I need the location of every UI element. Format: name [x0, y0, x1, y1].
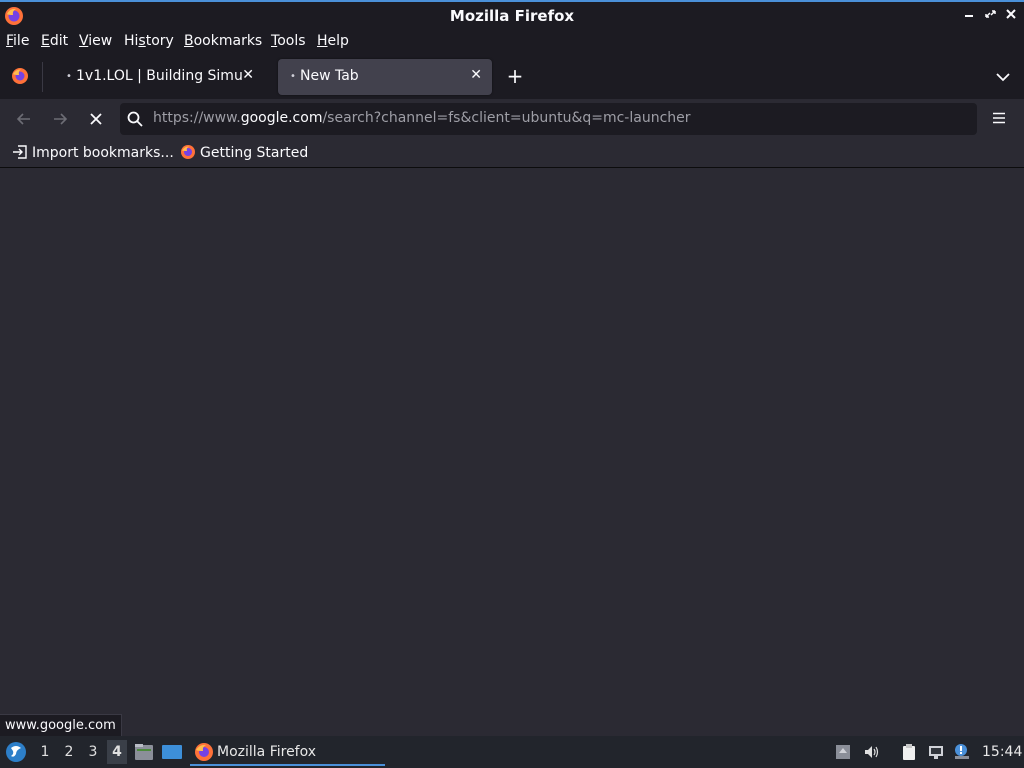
taskbar-item-label: Mozilla Firefox: [217, 744, 317, 760]
bookmark-label: Getting Started: [200, 145, 309, 161]
close-window-button[interactable]: [1004, 7, 1020, 23]
desktop-icon[interactable]: [161, 742, 183, 762]
menu-file[interactable]: File: [6, 33, 29, 49]
network-icon[interactable]: [927, 743, 945, 761]
restore-icon: [985, 10, 996, 18]
window-titlebar: Mozilla Firefox: [0, 0, 1024, 29]
firefox-view-icon[interactable]: [10, 66, 30, 86]
file-manager-icon[interactable]: [133, 742, 155, 762]
taskbar-item-firefox[interactable]: Mozilla Firefox: [190, 738, 385, 766]
minimize-button[interactable]: [962, 7, 978, 23]
import-icon: [13, 145, 27, 159]
minimize-icon: [965, 15, 973, 17]
workspace-1[interactable]: 1: [35, 744, 55, 760]
url-text[interactable]: https://www.google.com/search?channel=fs…: [153, 110, 691, 126]
hamburger-menu-icon[interactable]: [990, 109, 1008, 127]
bookmarks-toolbar: Import bookmarks... Getting Started: [0, 139, 1024, 168]
updates-icon[interactable]: [834, 743, 852, 761]
tab-loading-dot: •: [66, 71, 72, 82]
menu-help[interactable]: Help: [317, 33, 349, 49]
navigation-toolbar: https://www.google.com/search?channel=fs…: [0, 99, 1024, 139]
menu-tools[interactable]: Tools: [271, 33, 306, 49]
back-arrow-icon[interactable]: [12, 107, 36, 131]
start-menu-icon[interactable]: [4, 740, 28, 764]
clock: 15:44: [982, 744, 1023, 760]
workspace-3[interactable]: 3: [83, 744, 103, 760]
maximize-button[interactable]: [983, 7, 999, 23]
tab-close-button[interactable]: ✕: [470, 67, 482, 83]
chevron-down-icon[interactable]: [994, 68, 1012, 86]
bookmark-import[interactable]: Import bookmarks...: [12, 144, 174, 161]
bookmark-getting-started[interactable]: Getting Started: [180, 144, 308, 161]
tab-separator: [42, 62, 43, 92]
tab-loading-dot: •: [290, 71, 296, 82]
workspace-2[interactable]: 2: [59, 744, 79, 760]
workspace-4[interactable]: 4: [107, 740, 127, 764]
stop-loading-icon[interactable]: [84, 107, 108, 131]
taskbar: 1 2 3 4 Mozilla Firefox 15:44: [0, 736, 1024, 768]
firefox-icon: [181, 145, 195, 159]
new-tab-button[interactable]: +: [504, 65, 526, 87]
menu-view[interactable]: View: [79, 33, 112, 49]
bookmark-label: Import bookmarks...: [32, 145, 174, 161]
menu-edit[interactable]: Edit: [41, 33, 68, 49]
close-icon: [1006, 9, 1016, 19]
menu-bar: File Edit View History Bookmarks Tools H…: [0, 29, 1024, 54]
forward-arrow-icon[interactable]: [48, 107, 72, 131]
page-content[interactable]: [0, 169, 1024, 736]
tab-bar: • 1v1.LOL | Building Simulator ✕ • New T…: [0, 54, 1024, 99]
status-panel: www.google.com: [0, 714, 122, 736]
tab-new-tab[interactable]: • New Tab ✕: [278, 59, 492, 95]
volume-icon[interactable]: [863, 743, 881, 761]
notification-icon[interactable]: [953, 743, 971, 761]
window-title: Mozilla Firefox: [449, 7, 575, 25]
url-bar[interactable]: https://www.google.com/search?channel=fs…: [120, 103, 977, 135]
menu-history[interactable]: History: [124, 33, 174, 49]
tab-1v1lol[interactable]: • 1v1.LOL | Building Simulator ✕: [54, 59, 264, 95]
tab-close-button[interactable]: ✕: [242, 67, 254, 83]
firefox-icon: [195, 743, 213, 761]
menu-bookmarks[interactable]: Bookmarks: [184, 33, 262, 49]
clipboard-icon[interactable]: [900, 743, 918, 761]
tab-title: 1v1.LOL | Building Simulator: [76, 68, 244, 84]
tab-title: New Tab: [300, 68, 359, 84]
search-icon: [127, 111, 143, 127]
